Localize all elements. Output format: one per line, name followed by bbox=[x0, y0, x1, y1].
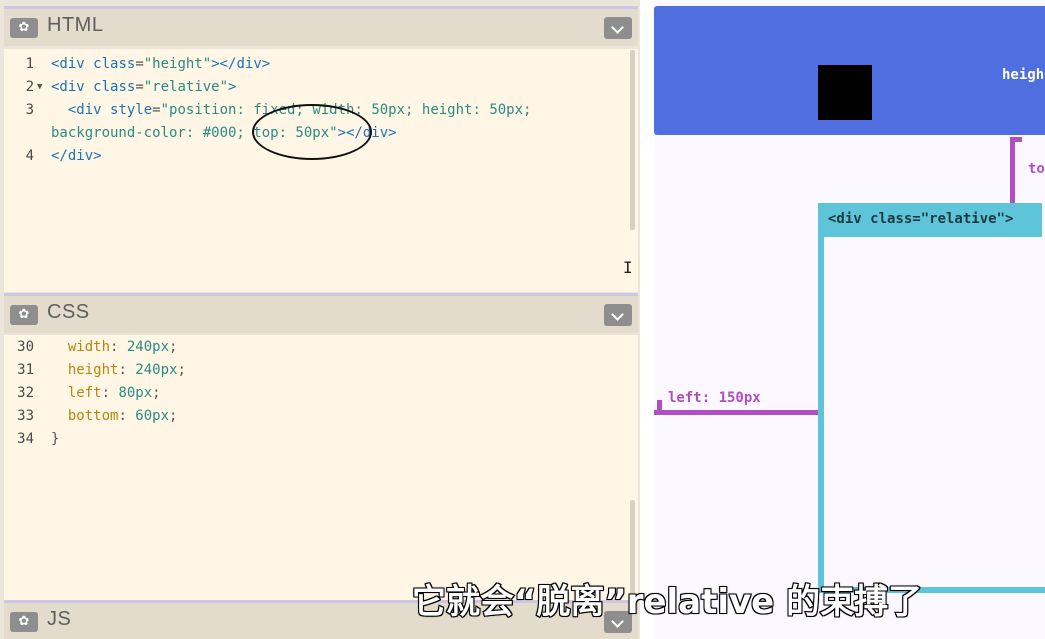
relative-div bbox=[818, 203, 1045, 593]
left-offset-marker bbox=[654, 400, 820, 415]
code-text: <div class="relative"> bbox=[51, 79, 237, 95]
code-text: left: 80px; bbox=[51, 385, 161, 401]
line-number: 1 bbox=[25, 56, 34, 72]
line-number: 30 bbox=[17, 339, 34, 355]
code-text: </div> bbox=[51, 148, 102, 164]
html-scrollbar[interactable] bbox=[630, 50, 635, 230]
chevron-down-icon[interactable] bbox=[604, 304, 632, 326]
code-line[interactable]: 1 <div class="height"></div> bbox=[4, 53, 638, 76]
code-text: height: 240px; bbox=[51, 362, 186, 378]
line-number: 31 bbox=[17, 362, 34, 378]
html-panel-header: ✿ HTML bbox=[4, 6, 638, 46]
code-line[interactable]: 33 bottom: 60px; bbox=[4, 405, 638, 428]
code-line[interactable]: 34} bbox=[4, 428, 638, 451]
code-text: bottom: 60px; bbox=[51, 408, 178, 424]
css-panel-header: ✿ CSS bbox=[4, 293, 638, 333]
result-preview: heigh to left: 150px <div class="relativ… bbox=[654, 0, 1045, 639]
css-code-area[interactable]: 30 width: 240px; 31 height: 240px; 32 left… bbox=[4, 335, 638, 600]
gear-icon[interactable]: ✿ bbox=[10, 305, 38, 325]
css-panel-title: CSS bbox=[47, 301, 90, 323]
left-offset-label: left: 150px bbox=[668, 390, 761, 406]
html-panel-title: HTML bbox=[47, 14, 104, 36]
height-label: heigh bbox=[1002, 67, 1045, 83]
html-code-area[interactable]: 1 <div class="height"></div> 2 ▼ <div class=… bbox=[4, 49, 638, 292]
js-panel-title: JS bbox=[47, 608, 72, 630]
code-text: width: 240px; bbox=[51, 339, 178, 355]
height-div: heigh bbox=[654, 6, 1045, 135]
code-text: } bbox=[51, 431, 60, 447]
fixed-black-box bbox=[818, 65, 872, 120]
line-number: 34 bbox=[17, 431, 34, 447]
code-text: <div class="height"></div> bbox=[51, 56, 271, 72]
line-number: 3 bbox=[25, 102, 34, 118]
video-subtitle: 它就会“脱离”relative 的束搏了 bbox=[411, 581, 923, 623]
line-number: 32 bbox=[17, 385, 34, 401]
code-line[interactable]: 32 left: 80px; bbox=[4, 382, 638, 405]
code-line[interactable]: 30 width: 240px; bbox=[4, 336, 638, 359]
top-offset-marker bbox=[1010, 137, 1022, 203]
line-number: 2 bbox=[25, 79, 34, 95]
chevron-down-icon[interactable] bbox=[604, 17, 632, 39]
fold-arrow-icon[interactable]: ▼ bbox=[37, 76, 42, 99]
highlight-ellipse bbox=[252, 104, 372, 160]
relative-div-label: <div class="relative"> bbox=[818, 203, 1042, 237]
code-line[interactable]: 2 ▼ <div class="relative"> bbox=[4, 76, 638, 99]
line-number: 33 bbox=[17, 408, 34, 424]
code-line[interactable]: 31 height: 240px; bbox=[4, 359, 638, 382]
code-editor: ✿ HTML 1 <div class="height"></div> 2 ▼ <div… bbox=[0, 0, 640, 639]
gear-icon[interactable]: ✿ bbox=[10, 18, 38, 38]
text-cursor-icon: I bbox=[623, 258, 633, 277]
line-number: 4 bbox=[25, 148, 34, 164]
gear-icon[interactable]: ✿ bbox=[10, 612, 38, 632]
top-offset-label: to bbox=[1028, 161, 1045, 177]
